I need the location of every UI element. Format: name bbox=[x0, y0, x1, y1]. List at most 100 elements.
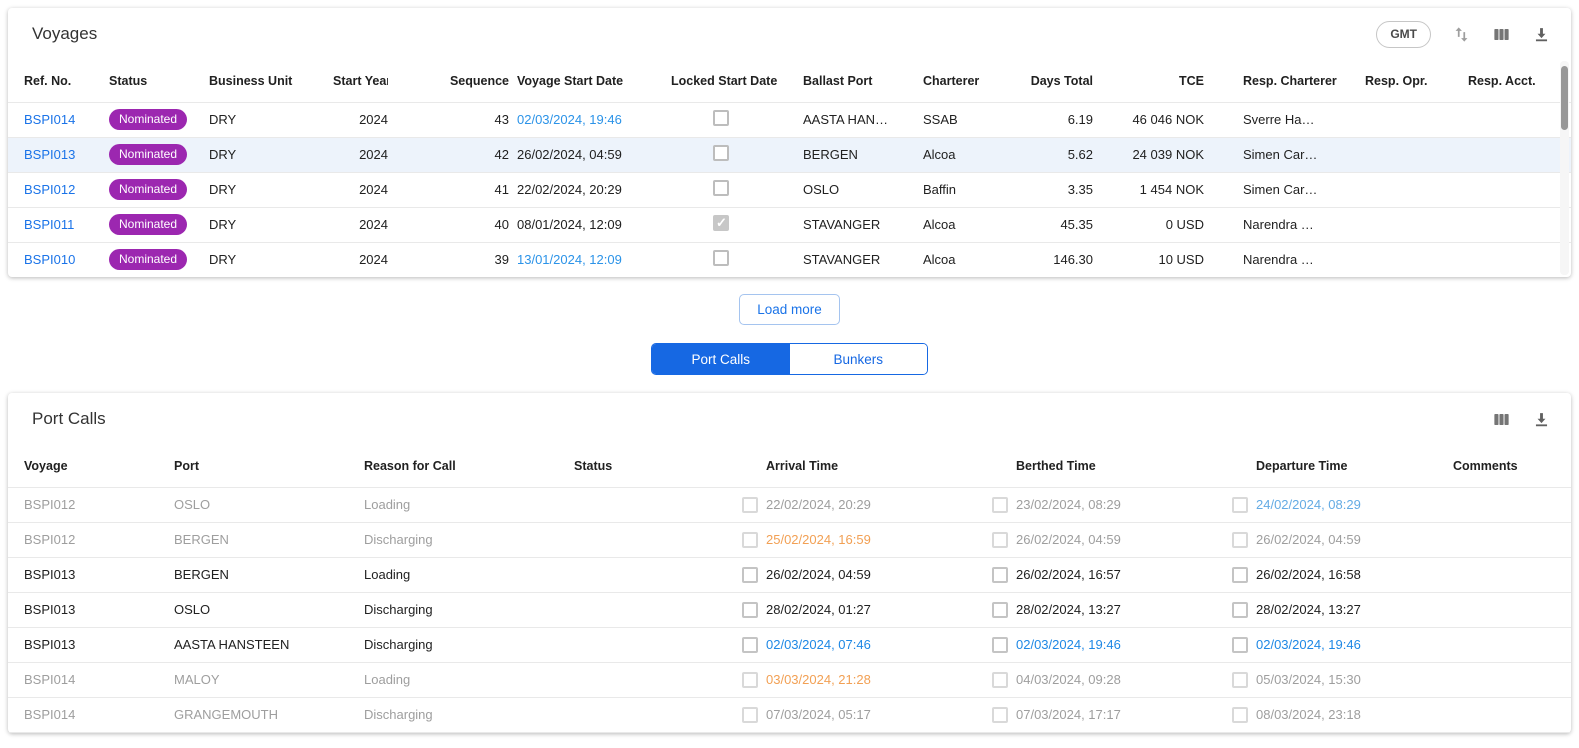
sort-icon[interactable] bbox=[1451, 24, 1471, 44]
column-header[interactable]: Berthed Time bbox=[992, 445, 1232, 487]
arrival-checkbox[interactable] bbox=[742, 672, 758, 688]
tab-port-calls[interactable]: Port Calls bbox=[652, 344, 790, 374]
voyage-row[interactable]: BSPI012 Nominated DRY 2024 41 22/02/2024… bbox=[8, 172, 1571, 207]
vertical-scrollbar[interactable] bbox=[1560, 61, 1569, 275]
port-call-row[interactable]: BSPI012 OSLO Loading 22/02/2024, 20:29 2… bbox=[8, 487, 1571, 522]
departure-checkbox[interactable] bbox=[1232, 672, 1248, 688]
voyage-row[interactable]: BSPI010 Nominated DRY 2024 39 13/01/2024… bbox=[8, 242, 1571, 277]
locked-start-date-checkbox[interactable] bbox=[713, 180, 729, 196]
departure-checkbox[interactable] bbox=[1232, 602, 1248, 618]
arrival-checkbox[interactable] bbox=[742, 567, 758, 583]
arrival-checkbox[interactable] bbox=[742, 532, 758, 548]
download-icon[interactable] bbox=[1531, 24, 1551, 44]
cell-port: BERGEN bbox=[174, 522, 364, 557]
departure-time: 05/03/2024, 15:30 bbox=[1256, 672, 1361, 687]
column-header[interactable]: Ballast Port bbox=[795, 60, 923, 102]
columns-icon[interactable] bbox=[1491, 409, 1511, 429]
departure-checkbox[interactable] bbox=[1232, 637, 1248, 653]
voyage-ref-link[interactable]: BSPI010 bbox=[24, 252, 75, 267]
departure-time: 26/02/2024, 04:59 bbox=[1256, 532, 1361, 547]
port-call-row[interactable]: BSPI013 AASTA HANSTEEN Discharging 02/03… bbox=[8, 627, 1571, 662]
status-badge: Nominated bbox=[109, 179, 187, 200]
departure-checkbox[interactable] bbox=[1232, 497, 1248, 513]
column-header[interactable]: Charterer bbox=[923, 60, 1017, 102]
column-header[interactable]: Voyage Start Date bbox=[509, 60, 663, 102]
voyage-start-date-link[interactable]: 13/01/2024, 12:09 bbox=[517, 252, 622, 267]
voyage-ref-link[interactable]: BSPI012 bbox=[24, 182, 75, 197]
departure-checkbox[interactable] bbox=[1232, 707, 1248, 723]
column-header[interactable]: Locked Start Date bbox=[663, 60, 795, 102]
scrollbar-thumb[interactable] bbox=[1561, 66, 1568, 130]
voyage-start-date-link[interactable]: 02/03/2024, 19:46 bbox=[517, 112, 622, 127]
cell-tce: 46 046 NOK bbox=[1093, 102, 1204, 137]
locked-start-date-checkbox[interactable] bbox=[713, 215, 729, 231]
column-header[interactable]: Sequence bbox=[388, 60, 509, 102]
arrival-checkbox[interactable] bbox=[742, 497, 758, 513]
port-call-row[interactable]: BSPI012 BERGEN Discharging 25/02/2024, 1… bbox=[8, 522, 1571, 557]
cell-reason: Discharging bbox=[364, 522, 574, 557]
departure-time: 08/03/2024, 23:18 bbox=[1256, 707, 1361, 722]
arrival-checkbox[interactable] bbox=[742, 707, 758, 723]
cell-voyage: BSPI013 bbox=[8, 557, 174, 592]
column-header[interactable]: Resp. Charterer bbox=[1204, 60, 1365, 102]
cell-charterer: Alcoa bbox=[923, 242, 1017, 277]
berthed-checkbox[interactable] bbox=[992, 637, 1008, 653]
port-call-row[interactable]: BSPI014 GRANGEMOUTH Discharging 07/03/20… bbox=[8, 697, 1571, 732]
columns-icon[interactable] bbox=[1491, 24, 1511, 44]
berthed-checkbox[interactable] bbox=[992, 567, 1008, 583]
load-more-button[interactable]: Load more bbox=[739, 294, 840, 325]
column-header[interactable]: Voyage bbox=[8, 445, 174, 487]
berthed-checkbox[interactable] bbox=[992, 707, 1008, 723]
column-header[interactable]: Arrival Time bbox=[742, 445, 992, 487]
locked-start-date-checkbox[interactable] bbox=[713, 250, 729, 266]
download-icon[interactable] bbox=[1531, 409, 1551, 429]
column-header[interactable]: Business Unit bbox=[209, 60, 333, 102]
cell-port: MALOY bbox=[174, 662, 364, 697]
departure-checkbox[interactable] bbox=[1232, 532, 1248, 548]
port-call-row[interactable]: BSPI014 MALOY Loading 03/03/2024, 21:28 … bbox=[8, 662, 1571, 697]
column-header[interactable]: Start Year bbox=[333, 60, 388, 102]
column-header[interactable]: Reason for Call bbox=[364, 445, 574, 487]
column-header[interactable]: Resp. Acct. bbox=[1460, 60, 1571, 102]
cell-business-unit: DRY bbox=[209, 207, 333, 242]
column-header[interactable]: Comments bbox=[1453, 445, 1571, 487]
port-call-row[interactable]: BSPI013 OSLO Discharging 28/02/2024, 01:… bbox=[8, 592, 1571, 627]
arrival-checkbox[interactable] bbox=[742, 637, 758, 653]
voyage-row[interactable]: BSPI011 Nominated DRY 2024 40 08/01/2024… bbox=[8, 207, 1571, 242]
cell-start-year: 2024 bbox=[333, 102, 388, 137]
locked-start-date-checkbox[interactable] bbox=[713, 145, 729, 161]
voyage-ref-link[interactable]: BSPI013 bbox=[24, 147, 75, 162]
cell-charterer: SSAB bbox=[923, 102, 1017, 137]
berthed-checkbox[interactable] bbox=[992, 532, 1008, 548]
column-header[interactable]: Port bbox=[174, 445, 364, 487]
arrival-checkbox[interactable] bbox=[742, 602, 758, 618]
voyage-row[interactable]: BSPI013 Nominated DRY 2024 42 26/02/2024… bbox=[8, 137, 1571, 172]
column-header[interactable]: Status bbox=[109, 60, 209, 102]
voyage-ref-link[interactable]: BSPI014 bbox=[24, 112, 75, 127]
voyages-section: Voyages GMT Ref. No. Status Busine bbox=[8, 8, 1571, 277]
cell-port: GRANGEMOUTH bbox=[174, 697, 364, 732]
tab-bunkers[interactable]: Bunkers bbox=[790, 344, 928, 374]
timezone-button[interactable]: GMT bbox=[1376, 21, 1431, 48]
berthed-checkbox[interactable] bbox=[992, 602, 1008, 618]
port-call-row[interactable]: BSPI013 BERGEN Loading 26/02/2024, 04:59… bbox=[8, 557, 1571, 592]
cell-voyage: BSPI012 bbox=[8, 487, 174, 522]
arrival-time: 07/03/2024, 05:17 bbox=[766, 707, 871, 722]
cell-status bbox=[574, 662, 742, 697]
cell-sequence: 39 bbox=[388, 242, 509, 277]
column-header[interactable]: Days Total bbox=[1017, 60, 1093, 102]
column-header[interactable]: Status bbox=[574, 445, 742, 487]
column-header[interactable]: Departure Time bbox=[1232, 445, 1453, 487]
cell-ballast-port: AASTA HAN… bbox=[795, 102, 923, 137]
column-header[interactable]: Resp. Opr. bbox=[1365, 60, 1460, 102]
locked-start-date-checkbox[interactable] bbox=[713, 110, 729, 126]
berthed-time: 07/03/2024, 17:17 bbox=[1016, 707, 1121, 722]
cell-comments bbox=[1453, 697, 1571, 732]
voyage-ref-link[interactable]: BSPI011 bbox=[24, 217, 74, 232]
departure-checkbox[interactable] bbox=[1232, 567, 1248, 583]
column-header[interactable]: TCE bbox=[1093, 60, 1204, 102]
column-header[interactable]: Ref. No. bbox=[8, 60, 109, 102]
voyage-row[interactable]: BSPI014 Nominated DRY 2024 43 02/03/2024… bbox=[8, 102, 1571, 137]
berthed-checkbox[interactable] bbox=[992, 672, 1008, 688]
berthed-checkbox[interactable] bbox=[992, 497, 1008, 513]
